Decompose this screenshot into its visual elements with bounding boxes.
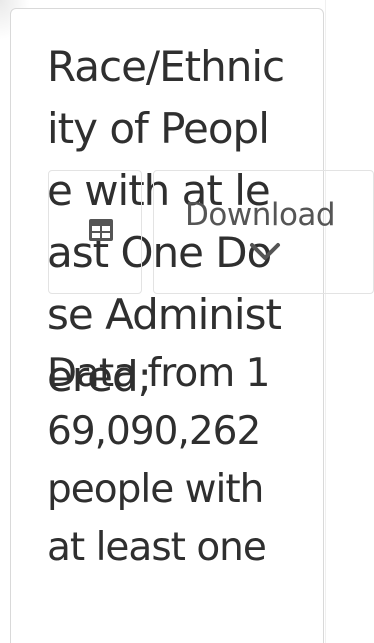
download-button[interactable]: Download <box>153 170 374 294</box>
table-icon <box>89 219 113 241</box>
page: Race/Ethnicity of People with at least O… <box>0 0 374 643</box>
card-description: Data from 169,090,262 people with at lea… <box>47 351 271 570</box>
table-view-button[interactable] <box>48 170 142 294</box>
background-panel <box>325 0 374 643</box>
download-label: Download <box>185 197 336 233</box>
chevron-down-icon <box>250 243 280 260</box>
